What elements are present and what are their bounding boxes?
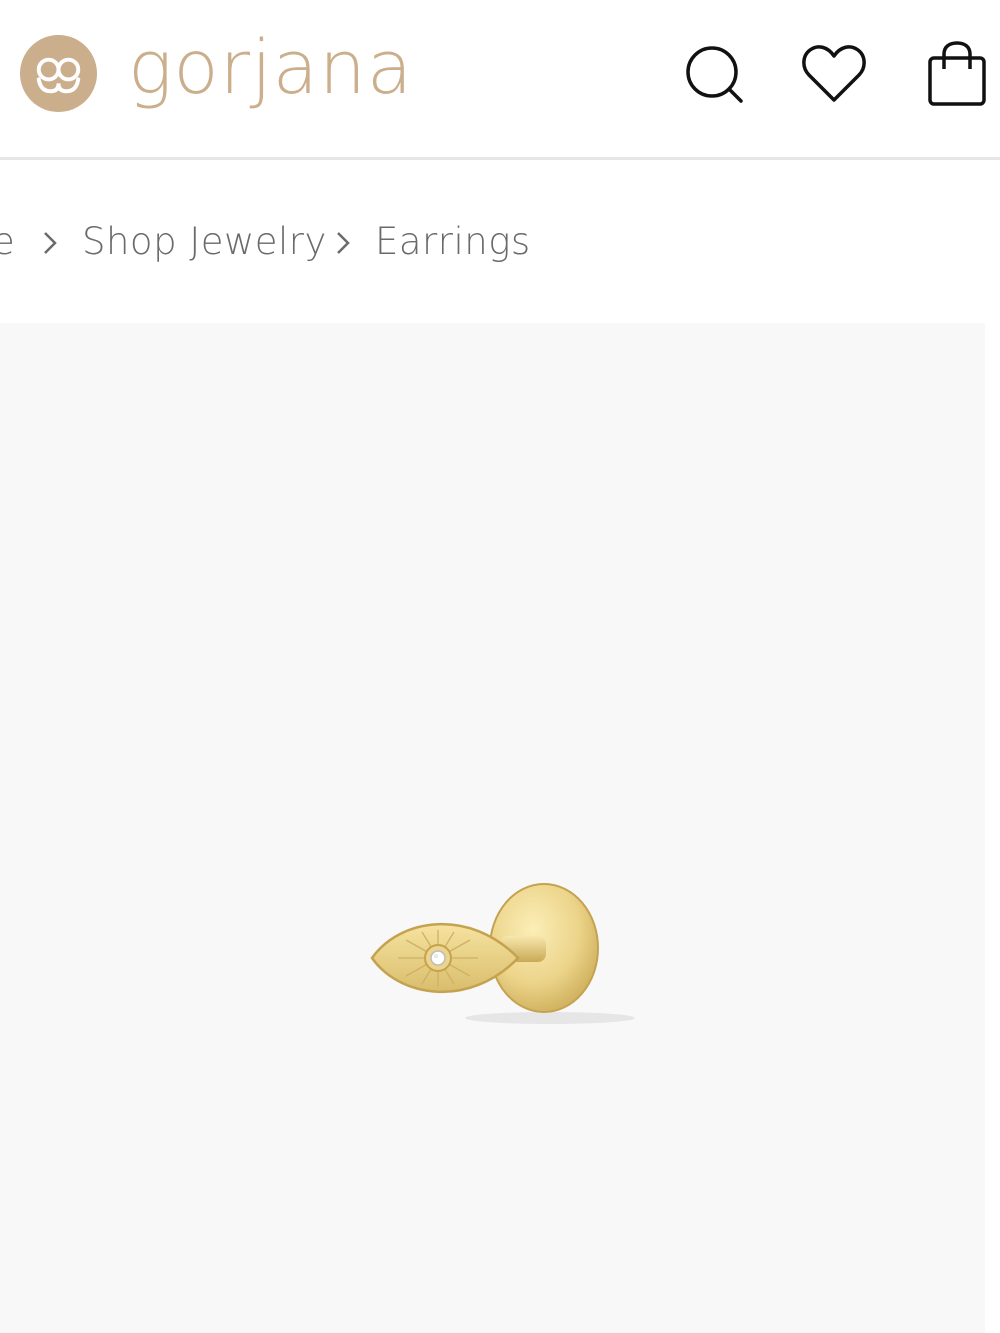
breadcrumb-item-home[interactable]: e: [0, 220, 15, 263]
chevron-right-icon: [337, 232, 350, 254]
shopping-bag-icon: [928, 41, 986, 106]
breadcrumb-item-earrings[interactable]: Earrings: [375, 220, 531, 263]
product-image-gallery[interactable]: [0, 323, 985, 1333]
product-image: [370, 883, 635, 1024]
cart-button[interactable]: [925, 40, 989, 108]
search-button[interactable]: [682, 40, 746, 108]
gg-monogram-icon: [19, 34, 98, 113]
brand-wordmark: gorjana: [128, 24, 414, 111]
chevron-right-icon: [44, 232, 57, 254]
search-icon: [686, 46, 743, 103]
breadcrumb-item-shop-jewelry[interactable]: Shop Jewelry: [82, 220, 327, 263]
brand-logo[interactable]: gorjana: [19, 24, 414, 113]
heart-icon: [802, 45, 866, 102]
breadcrumb: e Shop Jewelry Earrings: [0, 210, 1000, 280]
site-header: gorjana: [0, 0, 1000, 160]
wishlist-button[interactable]: [802, 40, 866, 108]
